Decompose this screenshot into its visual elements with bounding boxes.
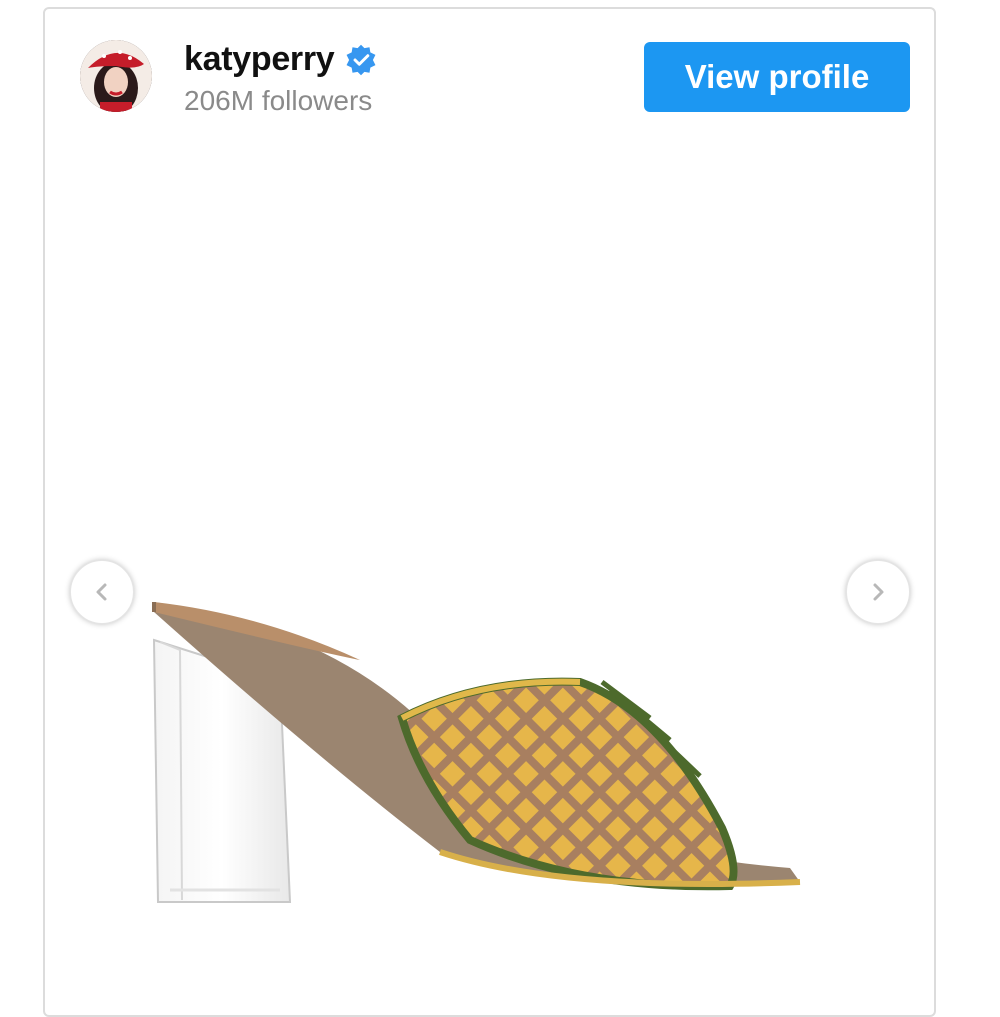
username[interactable]: katyperry — [184, 40, 335, 79]
chevron-left-icon — [96, 583, 107, 601]
followers-count: 206M followers — [184, 85, 373, 116]
chevron-right-icon — [873, 583, 884, 601]
verified-badge-icon — [346, 44, 376, 75]
view-profile-button[interactable]: View profile — [644, 42, 910, 112]
avatar[interactable] — [80, 40, 152, 112]
carousel-next-button[interactable] — [846, 560, 910, 624]
username-row: katyperry — [184, 40, 378, 79]
carousel-prev-button[interactable] — [70, 560, 134, 624]
product-image — [152, 602, 801, 903]
